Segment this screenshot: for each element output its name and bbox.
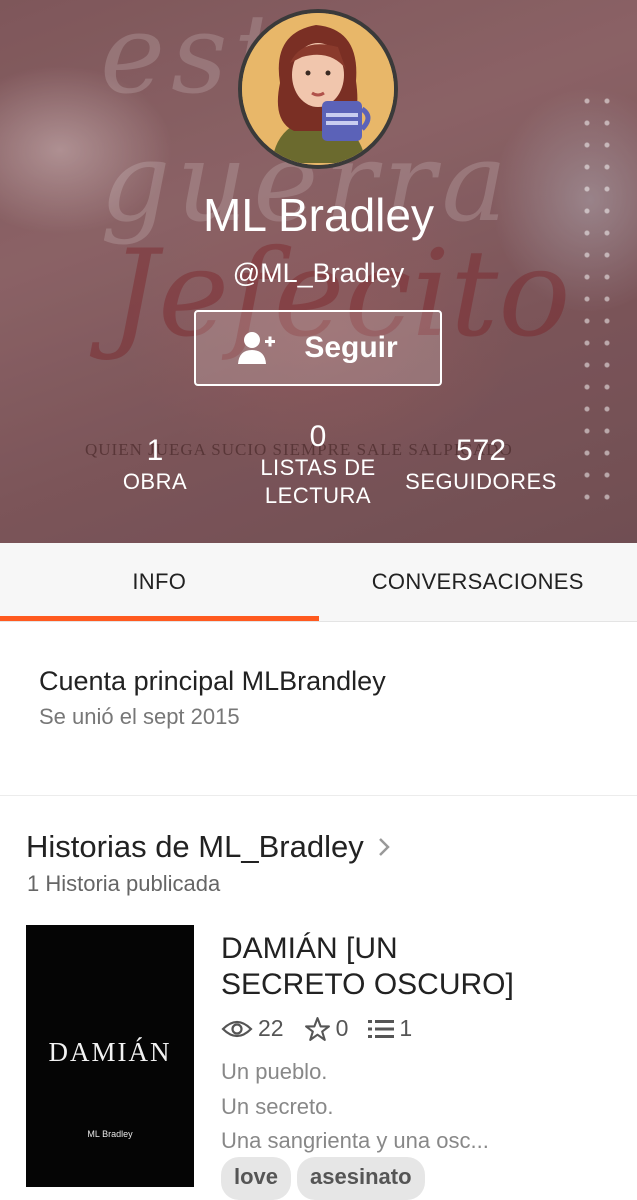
star-icon (304, 1016, 336, 1042)
story-parts-count: 1 (399, 1015, 413, 1041)
profile-banner: esta guerra Jefecito QUIEN JUEGA SUCIO S… (0, 0, 637, 543)
stat-works-value: 1 (146, 434, 164, 467)
stat-followers-label: SEGUIDORES (405, 469, 557, 494)
story-description-line2: Un secreto. (221, 1093, 334, 1119)
avatar[interactable] (238, 9, 398, 169)
avatar-illustration (242, 13, 394, 165)
stories-header-link[interactable]: Historias de ML_Bradley (26, 829, 390, 865)
story-votes-count: 0 (335, 1015, 349, 1041)
story-title-line2: SECRETO OSCURO] (221, 968, 514, 1001)
story-title-link[interactable]: DAMIÁN [UN SECRETO OSCURO] (221, 931, 616, 1003)
story-stats: 22 0 1 (221, 1015, 432, 1042)
story-reads: 22 (221, 1015, 284, 1042)
cover-author: ML Bradley (87, 1129, 133, 1139)
profile-description: Cuenta principal MLBrandley (39, 666, 386, 696)
stat-reading-lists[interactable]: 0 LISTAS DE LECTURA (238, 420, 398, 510)
stories-count: 1 Historia publicada (27, 871, 221, 896)
story-description-line1: Un pueblo. (221, 1059, 328, 1084)
story-parts: 1 (368, 1015, 412, 1042)
follow-button[interactable]: Seguir (194, 310, 442, 386)
stat-reading-lists-label-line2: LECTURA (264, 483, 372, 508)
profile-name: ML Bradley (203, 189, 434, 241)
eye-icon (221, 1018, 258, 1040)
stories-section: Historias de ML_Bradley 1 Historia publi… (0, 797, 637, 1200)
stories-title: Historias de ML_Bradley (26, 829, 364, 864)
info-section: Cuenta principal MLBrandley Se unió el s… (0, 622, 637, 796)
profile-tabs: INFO CONVERSACIONES (0, 543, 637, 622)
join-date: Se unió el sept 2015 (39, 704, 240, 729)
tab-info[interactable]: INFO (0, 543, 319, 621)
stat-reading-lists-label-line1: LISTAS DE (260, 455, 376, 480)
stat-followers-value: 572 (455, 434, 507, 467)
tag-love[interactable]: love (221, 1157, 292, 1200)
story-description: Un pueblo. Un secreto. Una sangrienta y … (221, 1055, 489, 1159)
story-description-line3: Una sangrienta y una osc... (221, 1128, 489, 1153)
stat-followers[interactable]: 572 SEGUIDORES (396, 434, 566, 496)
profile-handle: @ML_Bradley (232, 258, 405, 288)
add-user-icon (238, 331, 276, 365)
stat-reading-lists-value: 0 (309, 420, 327, 453)
story-reads-count: 22 (258, 1015, 284, 1041)
cover-title: DAMIÁN (48, 1037, 172, 1067)
list-icon (368, 1019, 399, 1039)
chevron-right-icon (378, 837, 390, 857)
story-tags: love asesinato (221, 1157, 425, 1200)
follow-button-label: Seguir (304, 331, 398, 364)
story-title-line1: DAMIÁN [UN (221, 932, 398, 965)
story-votes: 0 (304, 1015, 349, 1042)
stat-works-label: OBRA (122, 469, 188, 494)
tag-asesinato[interactable]: asesinato (297, 1157, 425, 1200)
stat-works[interactable]: 1 OBRA (95, 434, 215, 496)
story-cover[interactable]: DAMIÁN ML Bradley (26, 925, 194, 1187)
profile-stats: 1 OBRA 0 LISTAS DE LECTURA 572 SEGUIDORE… (0, 420, 637, 530)
tab-conversations[interactable]: CONVERSACIONES (319, 543, 637, 621)
